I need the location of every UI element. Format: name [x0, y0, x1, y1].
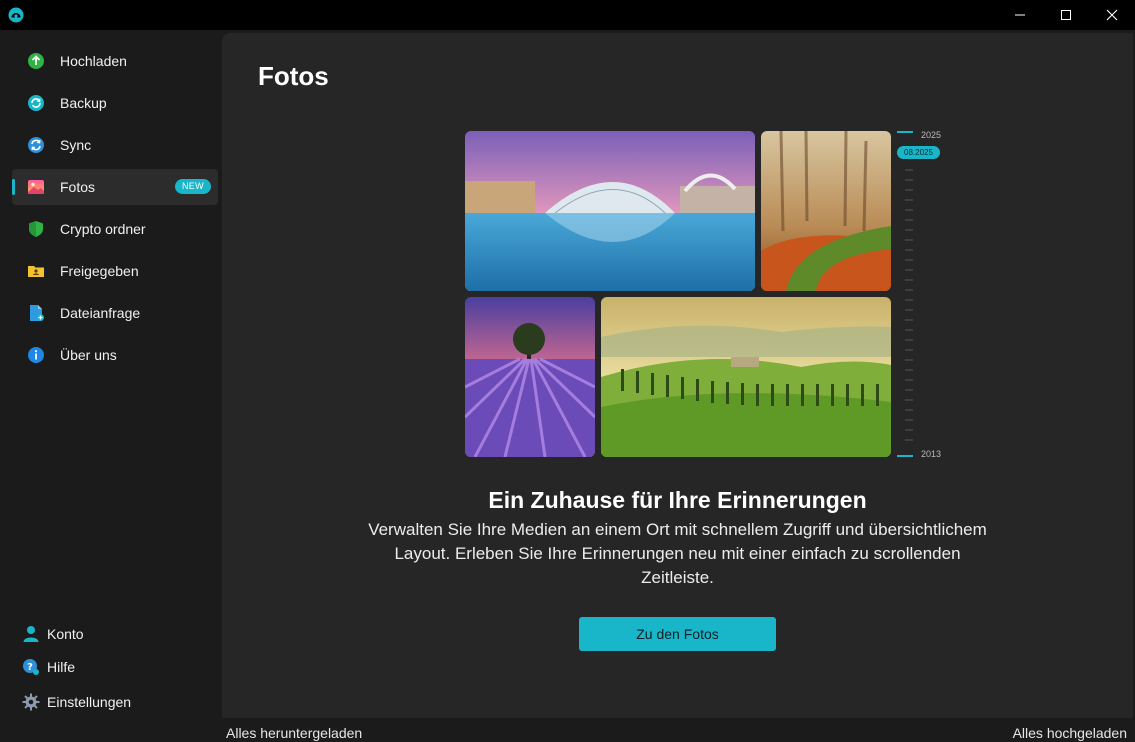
photo-image: [601, 297, 891, 457]
sidebar-item-dateianfrage[interactable]: Dateianfrage: [12, 295, 218, 331]
sidebar-item-hochladen[interactable]: Hochladen: [12, 43, 218, 79]
sync-icon: [28, 137, 44, 153]
sidebar-item-konto[interactable]: Konto: [22, 622, 202, 646]
close-icon: [1106, 9, 1118, 21]
timeline-year-top: 2025: [921, 130, 942, 140]
minimize-button[interactable]: [997, 0, 1043, 30]
sidebar-item-label: Backup: [60, 95, 107, 111]
file-request-icon: [30, 305, 44, 321]
title-bar: [0, 0, 1135, 30]
upload-icon: [28, 53, 44, 69]
app-logo-icon: [8, 7, 24, 23]
photo-lavender-field[interactable]: [465, 297, 595, 457]
photo-image: [465, 131, 755, 291]
sidebar-item-hilfe[interactable]: ? Hilfe: [22, 655, 202, 679]
sidebar-item-label: Einstellungen: [47, 694, 132, 710]
sidebar-item-einstellungen[interactable]: Einstellungen: [22, 690, 202, 714]
account-icon: [23, 626, 39, 642]
photo-autumn-forest[interactable]: [761, 131, 891, 291]
new-badge: NEW: [175, 179, 211, 194]
timeline-year-bottom: 2013: [921, 449, 942, 459]
go-to-photos-button[interactable]: Zu den Fotos: [579, 617, 776, 651]
settings-icon: [22, 693, 40, 711]
sidebar: Hochladen Backup Sync Fotos NEW Crypto o…: [0, 30, 222, 742]
photo-image: [465, 297, 595, 457]
sidebar-item-label: Hilfe: [47, 659, 76, 675]
main-content: Fotos 2025 08.2025 2013 Ein Zuhause für …: [222, 33, 1133, 718]
page-title: Fotos: [258, 61, 329, 91]
sidebar-item-backup[interactable]: Backup: [12, 85, 218, 121]
maximize-button[interactable]: [1043, 0, 1089, 30]
timeline-scrubber[interactable]: 2025 08.2025 2013: [897, 130, 947, 460]
timeline-current-date[interactable]: 08.2025: [897, 146, 940, 159]
sidebar-item-label: Über uns: [60, 347, 117, 363]
sidebar-item-fotos[interactable]: Fotos NEW: [12, 169, 218, 205]
sidebar-item-label: Crypto ordner: [60, 221, 146, 237]
sidebar-item-label: Hochladen: [60, 53, 127, 69]
sidebar-item-label: Sync: [60, 137, 92, 153]
sidebar-item-label: Konto: [47, 626, 84, 642]
shield-icon: [29, 221, 43, 237]
timeline-ticks: [897, 131, 913, 457]
sidebar-item-freigegeben[interactable]: Freigegeben: [12, 253, 218, 289]
help-icon: ?: [23, 659, 39, 675]
photo-city-of-arts[interactable]: [465, 131, 755, 291]
svg-text:?: ?: [27, 662, 33, 673]
sidebar-item-ueber-uns[interactable]: Über uns: [12, 337, 218, 373]
feature-description: Verwalten Sie Ihre Medien an einem Ort m…: [368, 520, 987, 587]
feature-headline: Ein Zuhause für Ihre Erinnerungen: [488, 487, 867, 513]
download-status: Alles heruntergeladen: [226, 725, 363, 741]
maximize-icon: [1061, 10, 1071, 20]
upload-status: Alles hochgeladen: [1012, 725, 1127, 741]
close-button[interactable]: [1089, 0, 1135, 30]
minimize-icon: [1015, 14, 1025, 16]
photo-tuscany-hills[interactable]: [601, 297, 891, 457]
shared-folder-icon: [28, 266, 44, 277]
sidebar-item-sync[interactable]: Sync: [12, 127, 218, 163]
sidebar-item-label: Freigegeben: [60, 263, 139, 279]
info-icon: [28, 347, 44, 363]
photo-image: [761, 131, 891, 291]
photos-icon: [28, 180, 44, 194]
sidebar-item-crypto-ordner[interactable]: Crypto ordner: [12, 211, 218, 247]
sidebar-item-label: Dateianfrage: [60, 305, 141, 321]
sidebar-item-label: Fotos: [60, 179, 96, 195]
backup-icon: [28, 95, 44, 111]
